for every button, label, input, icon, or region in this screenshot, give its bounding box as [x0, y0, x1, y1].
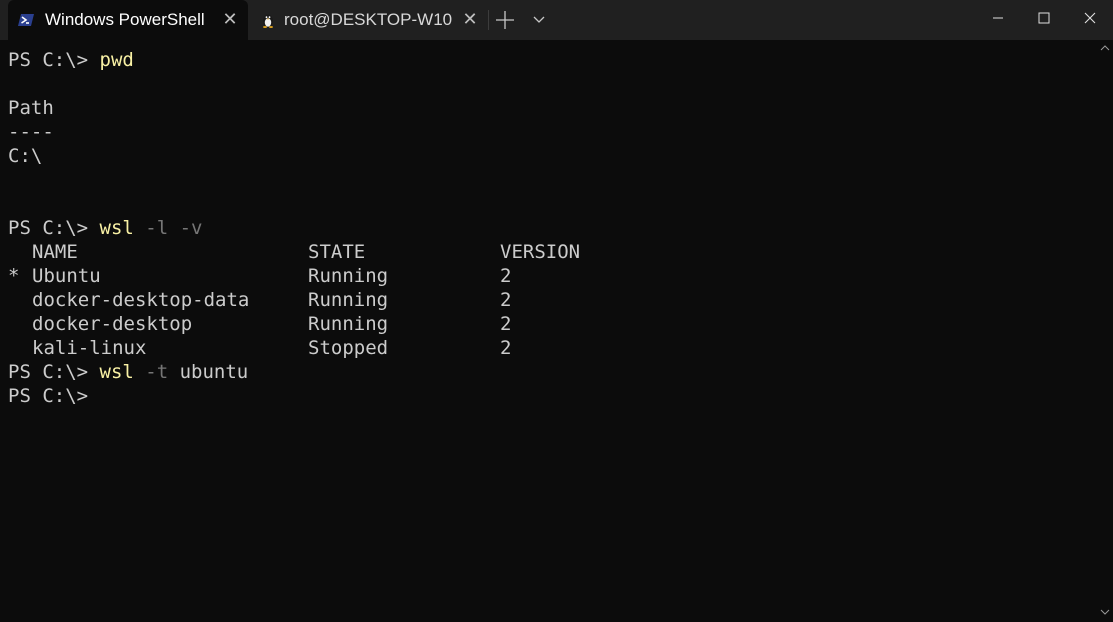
prompt: PS C:\> — [8, 361, 100, 383]
distro-name: Ubuntu — [32, 265, 101, 287]
minimize-icon[interactable] — [975, 0, 1021, 36]
chevron-down-icon[interactable] — [530, 12, 548, 28]
distro-version: 2 — [500, 337, 512, 359]
command-line: PS C:\> wsl -l -v — [8, 216, 202, 240]
output-path: C:\ — [8, 145, 43, 167]
output-header: Path — [8, 97, 54, 119]
tab-bar: Windows PowerShell ✕ root@DESKTOP-W10 ✕ — [0, 0, 1113, 40]
tab-separator — [488, 10, 489, 30]
scroll-down-arrow-icon[interactable] — [1100, 608, 1110, 616]
command-line: PS C:\> wsl -t ubuntu — [8, 360, 248, 384]
default-marker: * — [8, 265, 20, 287]
command: wsl — [99, 217, 134, 239]
tab-windows-powershell[interactable]: Windows PowerShell ✕ — [8, 0, 248, 40]
distro-version: 2 — [500, 313, 512, 335]
column-header-version: VERSION — [500, 241, 581, 263]
close-tab-icon[interactable]: ✕ — [220, 9, 240, 29]
prompt: PS C:\> — [8, 385, 100, 407]
prompt: PS C:\> — [8, 49, 100, 71]
column-header-name: NAME — [32, 241, 78, 263]
command-line: PS C:\> pwd — [8, 48, 134, 72]
close-tab-icon[interactable]: ✕ — [460, 9, 480, 29]
tab-label: root@DESKTOP-W10 — [284, 10, 453, 29]
output-rule: ---- — [8, 121, 54, 143]
distro-name: docker-desktop-data — [32, 289, 250, 311]
tab-label: Windows PowerShell — [45, 10, 205, 29]
close-icon[interactable] — [1067, 0, 1113, 36]
distro-state: Stopped — [308, 337, 389, 359]
distro-state: Running — [308, 289, 389, 311]
command: wsl — [99, 361, 134, 383]
scrollbar[interactable] — [1097, 40, 1113, 622]
linux-penguin-icon — [263, 14, 273, 28]
scroll-up-arrow-icon[interactable] — [1100, 44, 1110, 52]
command-flags: -t — [133, 361, 169, 383]
powershell-icon — [18, 14, 34, 26]
terminal-output[interactable]: PS C:\> pwd Path ---- C:\ PS C:\> wsl -l… — [0, 40, 1097, 622]
command: pwd — [99, 49, 134, 71]
command-flags: -l -v — [133, 217, 203, 239]
current-prompt-line[interactable]: PS C:\> — [8, 384, 100, 408]
distro-name: docker-desktop — [32, 313, 193, 335]
distro-name: kali-linux — [32, 337, 147, 359]
distro-state: Running — [308, 313, 389, 335]
distro-version: 2 — [500, 289, 512, 311]
prompt: PS C:\> — [8, 217, 100, 239]
tab-root-desktop[interactable]: root@DESKTOP-W10 ✕ — [250, 0, 488, 40]
command-argument: ubuntu — [168, 361, 249, 383]
distro-version: 2 — [500, 265, 512, 287]
plus-icon[interactable] — [492, 8, 518, 32]
distro-state: Running — [308, 265, 389, 287]
terminal-window: Windows PowerShell ✕ root@DESKTOP-W10 ✕ — [0, 0, 1113, 622]
maximize-icon[interactable] — [1021, 0, 1067, 36]
column-header-state: STATE — [308, 241, 366, 263]
